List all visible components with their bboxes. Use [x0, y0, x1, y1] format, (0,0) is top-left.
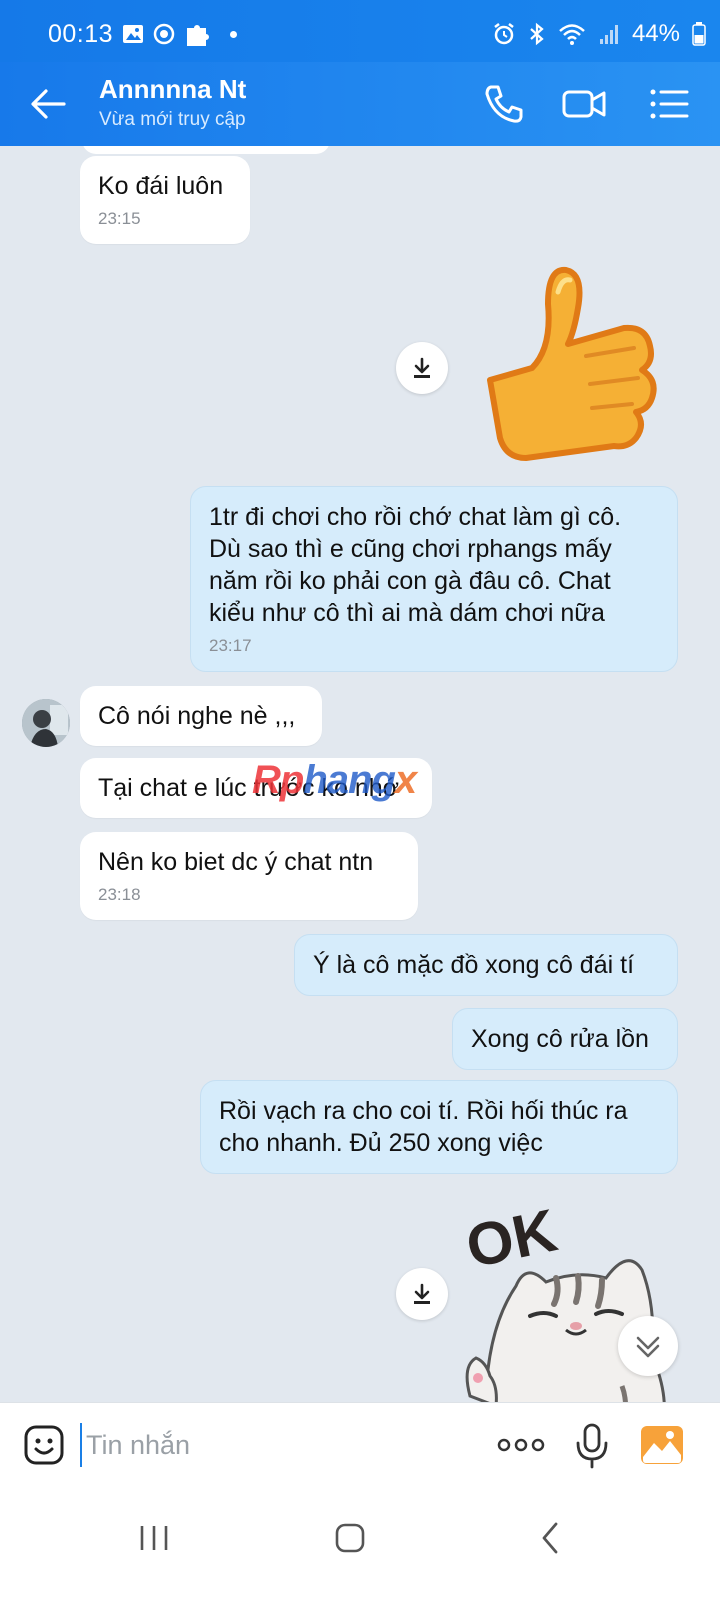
signal-icon	[599, 25, 618, 44]
message-bubble-outgoing[interactable]: Ý là cô mặc đồ xong cô đái tí	[294, 934, 678, 996]
download-button[interactable]	[396, 1268, 448, 1320]
scroll-down-button[interactable]	[618, 1316, 678, 1376]
message-bubble-partial	[82, 146, 330, 154]
message-line: cho nhanh. Đủ 250 xong việc	[219, 1129, 543, 1157]
message-text: Ý là cô mặc đồ xong cô đái tí	[313, 951, 635, 979]
chat-header: Annnnna Nt Vừa mới truy cập	[0, 62, 720, 146]
message-line: Rồi vạch ra cho coi tí. Rồi hối thúc ra	[219, 1097, 628, 1125]
message-input-bar	[0, 1402, 720, 1486]
video-call-icon[interactable]	[560, 80, 608, 128]
download-icon	[414, 357, 430, 378]
more-options-icon[interactable]	[496, 1433, 546, 1457]
message-text: Cô nói nghe nè ,,,	[98, 702, 296, 730]
back-nav-icon[interactable]	[526, 1514, 574, 1562]
message-line: kiểu như cô thì ai mà dám chơi nữa	[209, 599, 605, 627]
message-text: Ko đái luôn	[98, 172, 224, 200]
download-icon	[414, 1283, 430, 1304]
battery-icon	[692, 22, 706, 46]
contact-name[interactable]: Annnnna Nt	[99, 74, 246, 105]
wifi-icon	[559, 24, 585, 45]
double-chevron-down-icon	[636, 1336, 660, 1358]
message-line: Dù sao thì e cũng chơi rphangs mấy	[209, 535, 612, 563]
status-time: 00:13	[48, 20, 114, 48]
sync-icon	[153, 23, 175, 45]
message-bubble-outgoing[interactable]: 1tr đi chơi cho rồi chớ chat làm gì cô. …	[190, 486, 678, 672]
message-bubble-incoming[interactable]: Nên ko biet dc ý chat ntn 23:18	[80, 832, 418, 920]
back-arrow-icon[interactable]	[26, 82, 70, 126]
status-icons-right: 44%	[492, 20, 706, 48]
avatar[interactable]	[22, 699, 70, 747]
status-bar: 00:13 44%	[0, 0, 720, 62]
svg-text:OK: OK	[460, 1196, 562, 1280]
bluetooth-icon	[530, 22, 544, 46]
message-time: 23:18	[98, 885, 141, 904]
alarm-icon	[494, 23, 514, 45]
thumbs-up-sticker[interactable]	[466, 258, 666, 464]
message-bubble-outgoing[interactable]: Xong cô rửa lồn	[452, 1008, 678, 1070]
message-time: 23:15	[98, 209, 141, 228]
menu-icon[interactable]	[645, 80, 693, 128]
system-navigation-bar	[0, 1486, 720, 1600]
status-icons-left	[122, 21, 237, 47]
recent-apps-icon[interactable]	[130, 1514, 178, 1562]
image-icon	[123, 25, 143, 43]
sticker-emoji-icon[interactable]	[22, 1423, 66, 1467]
phone-call-icon[interactable]	[480, 80, 528, 128]
message-bubble-outgoing[interactable]: Rồi vạch ra cho coi tí. Rồi hối thúc ra …	[200, 1080, 678, 1174]
message-bubble-incoming[interactable]: Ko đái luôn 23:15	[80, 156, 250, 244]
avatar-image	[22, 699, 70, 747]
message-line: năm rồi ko phải con gà đâu cô. Chat	[209, 567, 611, 595]
message-text: Nên ko biet dc ý chat ntn	[98, 848, 374, 876]
notification-dot	[230, 30, 237, 38]
message-bubble-incoming[interactable]: Cô nói nghe nè ,,,	[80, 686, 322, 746]
battery-level: 44%	[631, 20, 680, 47]
home-icon[interactable]	[326, 1514, 374, 1562]
message-time: 23:17	[209, 636, 252, 655]
contact-status: Vừa mới truy cập	[99, 109, 246, 130]
ok-cat-sticker[interactable]: OK	[456, 1186, 680, 1432]
chat-area[interactable]: Ko đái luôn 23:15 1tr đi chơi cho rồi ch…	[0, 146, 720, 1432]
image-gallery-icon[interactable]	[640, 1425, 684, 1465]
microphone-icon[interactable]	[574, 1423, 610, 1469]
message-input[interactable]	[80, 1423, 460, 1467]
message-text: Xong cô rửa lồn	[471, 1025, 649, 1053]
puzzle-icon	[187, 25, 209, 46]
watermark-logo: Rphangx	[252, 758, 417, 802]
download-button[interactable]	[396, 342, 448, 394]
message-line: 1tr đi chơi cho rồi chớ chat làm gì cô.	[209, 503, 622, 531]
